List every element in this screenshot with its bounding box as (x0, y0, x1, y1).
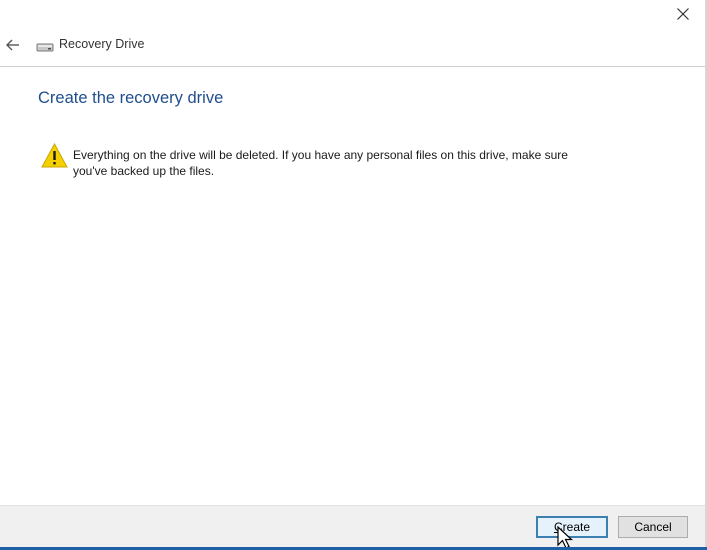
drive-icon (36, 43, 54, 52)
title-bar (0, 0, 705, 28)
create-button[interactable]: Create (536, 516, 608, 538)
window-title: Recovery Drive (59, 37, 145, 51)
create-button-label: Create (553, 520, 591, 534)
close-button[interactable] (671, 3, 695, 25)
close-icon (677, 8, 689, 20)
page-heading: Create the recovery drive (38, 89, 224, 107)
cancel-button-label: Cancel (634, 520, 672, 534)
back-button[interactable] (4, 36, 22, 54)
recovery-drive-window: Recovery Drive Create the recovery drive… (0, 0, 707, 550)
footer-bar: Create Cancel (0, 505, 705, 550)
warning-icon (41, 143, 68, 168)
cancel-button[interactable]: Cancel (618, 516, 688, 538)
warning-message: Everything on the drive will be deleted.… (73, 148, 568, 178)
back-arrow-icon (6, 39, 19, 51)
wizard-header: Recovery Drive (0, 28, 705, 67)
